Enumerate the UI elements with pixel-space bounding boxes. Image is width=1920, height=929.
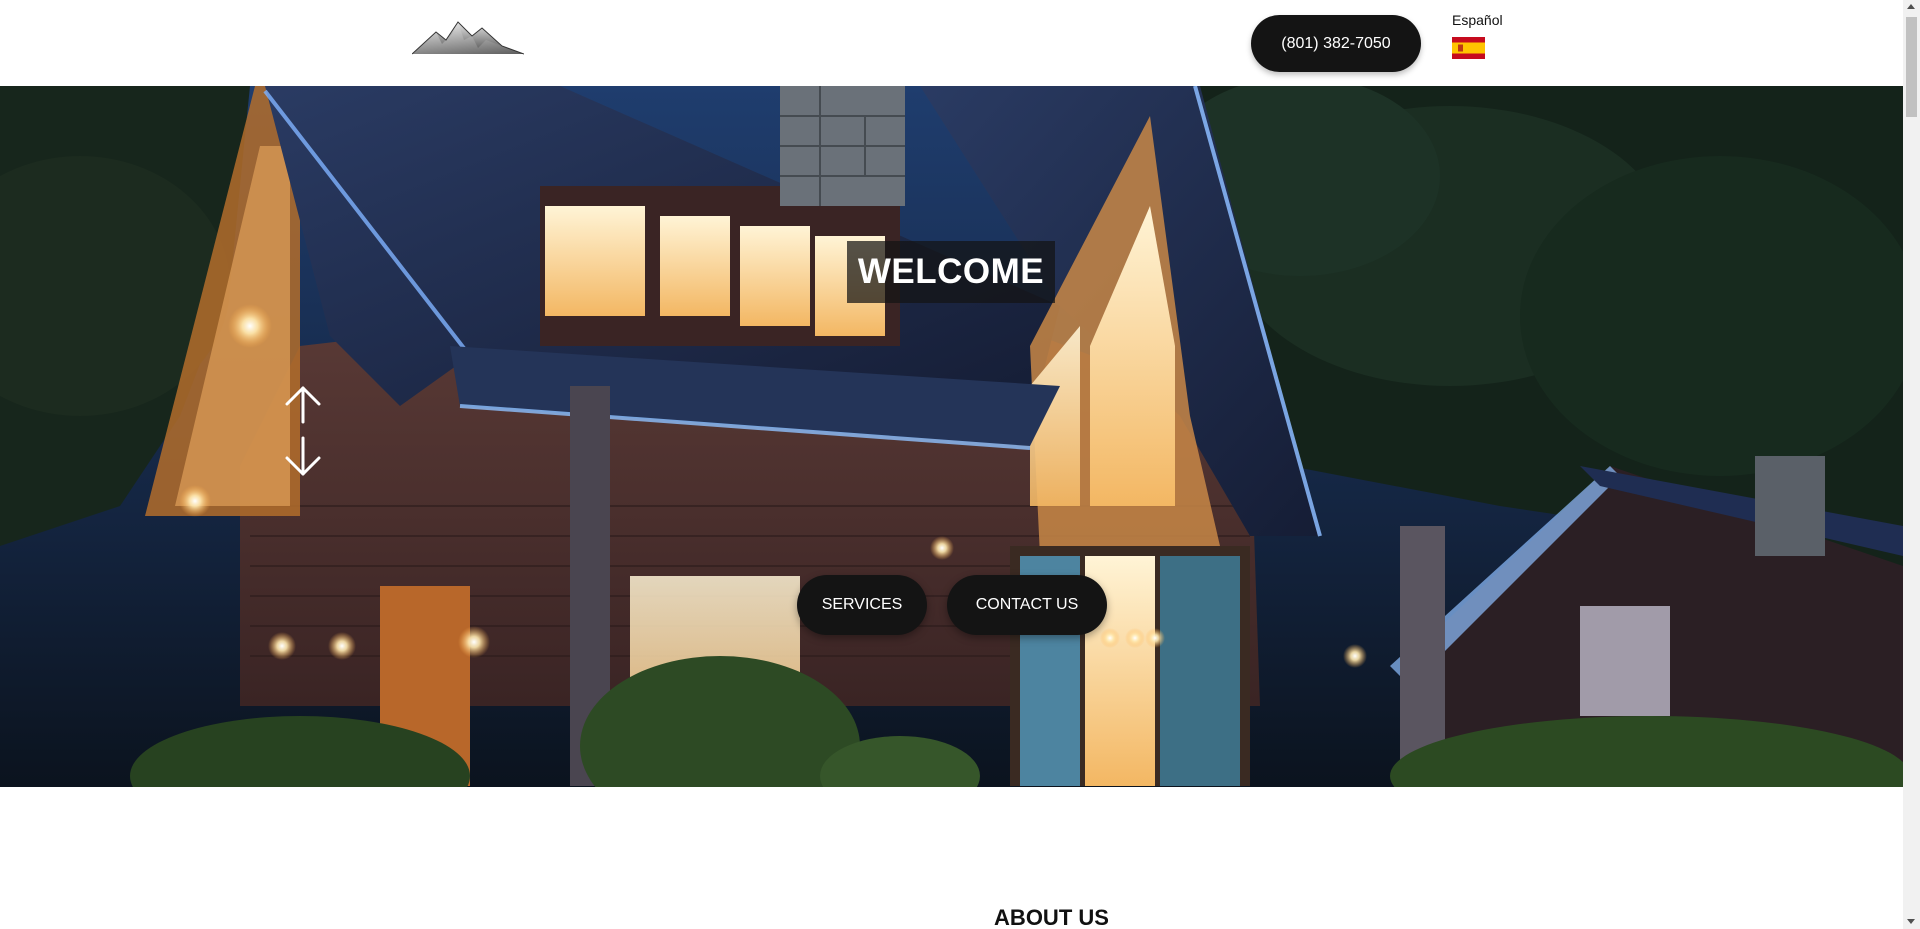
scroll-up-arrow-icon[interactable] xyxy=(1907,4,1915,9)
scroll-down-arrow-icon[interactable] xyxy=(1907,919,1915,924)
site-header: (801) 382-7050 Español xyxy=(0,0,1903,86)
language-switch[interactable]: Español xyxy=(1452,12,1532,62)
up-down-arrows-icon[interactable] xyxy=(283,382,323,482)
welcome-heading: WELCOME xyxy=(847,241,1055,303)
language-label[interactable]: Español xyxy=(1452,12,1532,28)
phone-button[interactable]: (801) 382-7050 xyxy=(1251,15,1421,72)
about-us-heading: ABOUT US xyxy=(994,905,1109,929)
scrollbar-thumb[interactable] xyxy=(1906,17,1917,117)
page-scrollbar[interactable] xyxy=(1903,0,1920,929)
hero-section: WELCOME SERVICES CONTACT US xyxy=(0,86,1903,787)
contact-us-button[interactable]: CONTACT US xyxy=(947,575,1107,635)
page: (801) 382-7050 Español WELCOME SERVICES … xyxy=(0,0,1903,929)
spain-flag-icon[interactable] xyxy=(1452,37,1485,59)
services-button[interactable]: SERVICES xyxy=(797,575,927,635)
mountain-logo-icon[interactable] xyxy=(411,18,525,58)
